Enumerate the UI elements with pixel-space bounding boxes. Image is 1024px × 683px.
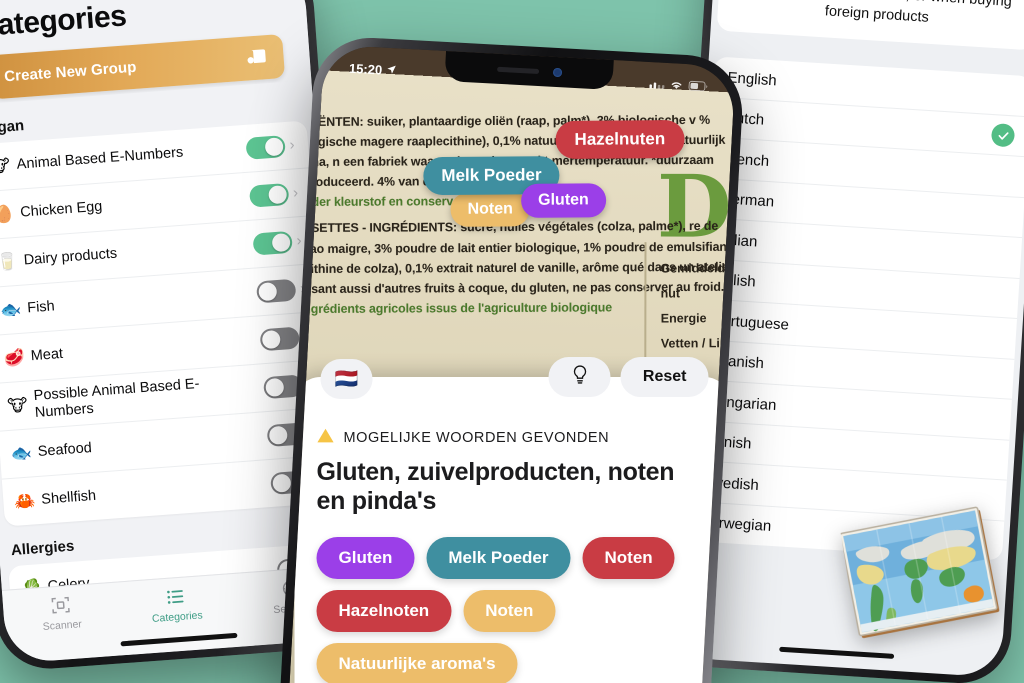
row-label: Animal Based E-Numbers	[16, 144, 184, 173]
status-time: 15:20	[348, 60, 383, 78]
row-label: Shellfish	[40, 487, 97, 508]
tab-scanner[interactable]: Scanner	[2, 589, 120, 635]
scanner-frame-icon	[49, 593, 72, 616]
chevron-right-icon: ›	[288, 136, 296, 154]
row-label: Fish	[26, 298, 56, 317]
language-label: Portuguese	[711, 311, 790, 334]
cow-emoji: 🐮	[0, 156, 11, 177]
results-title: Gluten, zuivelproducten, noten en pinda'…	[316, 458, 675, 516]
row-toggle[interactable]	[252, 230, 293, 256]
overlay-pill-gluten[interactable]: Gluten	[521, 183, 606, 218]
chevron-right-icon: ›	[292, 184, 299, 202]
row-label: Dairy products	[23, 245, 118, 269]
netherlands-flag[interactable]: 🇳🇱	[320, 359, 373, 400]
language-label: French	[721, 149, 770, 170]
language-label: Polish	[714, 270, 757, 291]
battery-icon	[688, 79, 709, 95]
list-bullet-icon	[165, 584, 188, 607]
cow-emoji: 🐮	[6, 395, 29, 417]
lightbulb-button[interactable]	[548, 357, 611, 398]
row-toggle[interactable]	[255, 278, 297, 303]
language-label: German	[719, 190, 775, 211]
row-label: Chicken Egg	[19, 198, 103, 221]
folder-plus-icon	[245, 44, 271, 71]
speaker-grille	[496, 66, 539, 74]
row-toggle[interactable]	[248, 182, 290, 208]
vegan-card: 🐮 Animal Based E-Numbers › 🥚 Chicken Egg…	[0, 120, 335, 527]
chip-gluten[interactable]: Gluten	[316, 536, 415, 579]
nutrition-row: Energie	[660, 311, 707, 326]
scene: Categories Create New Group Vegan 🐮 Anim…	[0, 0, 1024, 683]
nutrition-block: Gemiddelde Valeur nut Energie Vetten / L…	[660, 256, 735, 357]
fish-emoji: 🐟	[10, 443, 33, 464]
chip-natuurlijke-aromas[interactable]: Natuurlijke aroma's	[316, 642, 518, 683]
world-map-sticker	[839, 505, 1002, 642]
reset-button[interactable]: Reset	[620, 357, 709, 398]
front-camera	[552, 67, 562, 77]
tab-categories[interactable]: Categories	[117, 581, 235, 627]
row-label: Possible Animal Based E-Numbers	[33, 375, 200, 421]
row-toggle[interactable]	[245, 134, 286, 160]
language-label: Hungarian	[706, 392, 777, 414]
lightbulb-icon	[570, 364, 589, 391]
found-status: MOGELIJKE WOORDEN GEVONDEN	[317, 427, 709, 449]
detected-chips: Gluten Melk Poeder Noten Hazelnoten Note…	[316, 536, 709, 683]
check-circle-icon	[990, 123, 1016, 148]
language-label: Italian	[716, 230, 758, 251]
home-indicator	[779, 646, 895, 659]
location-arrow-icon	[386, 62, 398, 78]
language-label: Spanish	[709, 351, 765, 373]
results-sheet: 🇳🇱 Reset MOGELIJKE WOORDEN GEVONDEN Glut…	[294, 357, 731, 683]
sheet-actions: Reset	[317, 357, 709, 398]
chip-hazelnoten[interactable]: Hazelnoten	[316, 589, 452, 632]
warning-triangle-icon	[317, 427, 335, 449]
chip-melk-poeder[interactable]: Melk Poeder	[426, 536, 571, 579]
language-label: English	[727, 68, 778, 89]
chip-noten-amber[interactable]: Noten	[463, 589, 556, 632]
language-label: Dutch	[724, 109, 765, 129]
language-description: Choose the language that you want the ap…	[716, 0, 1024, 51]
found-label: MOGELIJKE WOORDEN GEVONDEN	[343, 430, 610, 447]
meat-emoji: 🥩	[3, 347, 26, 369]
center-phone-screen: D REDIËNTEN: suiker, plantaardige oliën …	[286, 44, 736, 683]
chip-noten-red[interactable]: Noten	[582, 536, 675, 579]
language-label: Danish	[704, 432, 752, 453]
overlay-pill-noten[interactable]: Noten	[450, 192, 530, 227]
milk-glass-emoji: 🥛	[0, 251, 19, 273]
center-phone-mockup: D REDIËNTEN: suiker, plantaardige oliën …	[276, 34, 746, 683]
egg-emoji: 🥚	[0, 204, 16, 225]
tab-label: Scanner	[42, 618, 83, 634]
tab-label: Categories	[151, 609, 204, 626]
nutrition-header: Gemiddelde Valeur nut	[660, 261, 735, 301]
nutrition-row: Vetten / Lip	[660, 336, 728, 351]
create-new-group-label: Create New Group	[3, 58, 138, 85]
row-toggle[interactable]	[259, 326, 300, 351]
fish-emoji: 🐟	[0, 299, 23, 321]
language-label: Swedish	[701, 473, 760, 494]
row-label: Meat	[30, 346, 64, 365]
cellular-icon	[649, 77, 665, 93]
overlay-pill-hazelnuten[interactable]: Hazelnuten	[555, 120, 685, 159]
row-label: Seafood	[37, 440, 93, 461]
wifi-icon	[669, 78, 684, 94]
crab-emoji: 🦀	[13, 491, 37, 512]
